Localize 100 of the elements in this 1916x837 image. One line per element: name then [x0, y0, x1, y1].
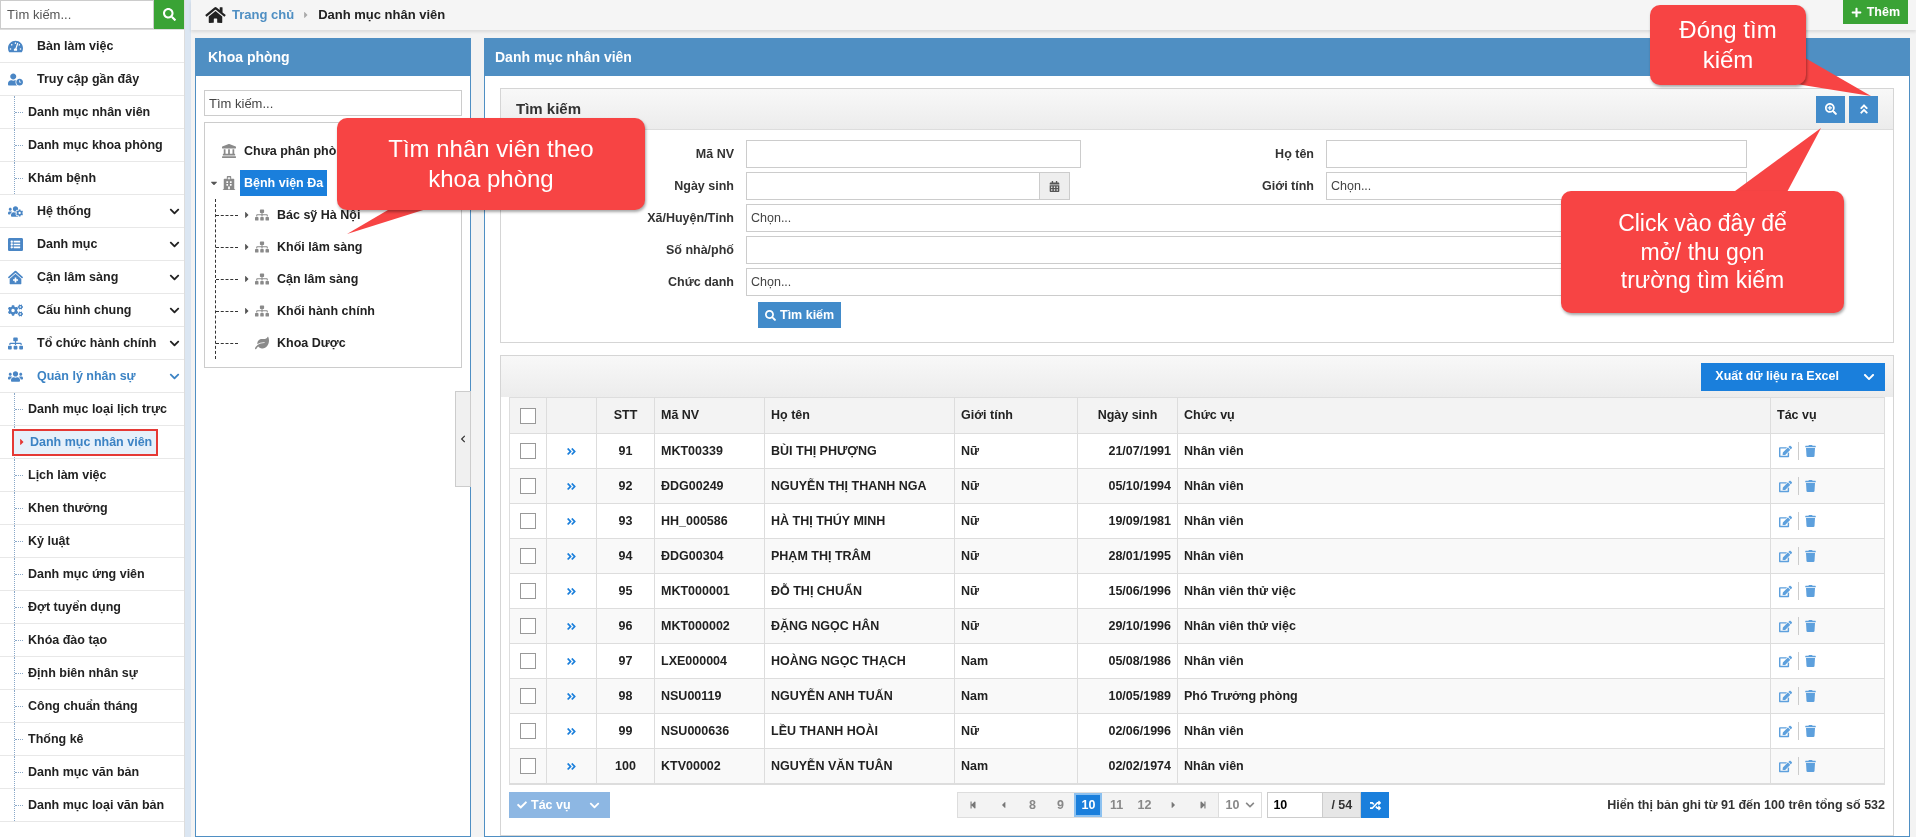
- checkbox[interactable]: [520, 478, 536, 494]
- double-chevron-right-icon[interactable]: [566, 445, 577, 457]
- section-title: Tìm kiếm: [516, 98, 582, 119]
- tree-item[interactable]: Cận lâm sàng: [273, 265, 363, 293]
- collapse-handle[interactable]: [455, 391, 471, 487]
- trash-icon[interactable]: [1805, 585, 1816, 597]
- go-button[interactable]: [1361, 792, 1390, 818]
- checkbox[interactable]: [520, 407, 536, 424]
- search-field[interactable]: Tìm kiếm...: [204, 90, 462, 116]
- search-button[interactable]: [154, 0, 184, 29]
- edit-icon[interactable]: [1779, 759, 1792, 773]
- double-chevron-right-icon[interactable]: [566, 760, 577, 772]
- search-field[interactable]: Tìm kiếm...: [0, 0, 154, 29]
- menu-item[interactable]: Đợt tuyển dụng: [12, 593, 127, 621]
- double-chevron-right-icon[interactable]: [566, 725, 577, 737]
- menu-item[interactable]: Công chuẩn tháng: [12, 692, 144, 720]
- checkbox[interactable]: [520, 653, 536, 669]
- edit-icon[interactable]: [1779, 514, 1792, 528]
- zoom-button[interactable]: [1816, 95, 1845, 123]
- trash-icon[interactable]: [1805, 445, 1816, 457]
- edit-icon[interactable]: [1779, 549, 1792, 563]
- table-cell: Nhân viên: [1178, 714, 1771, 748]
- menu-item[interactable]: Danh mục loại văn bản: [12, 791, 171, 819]
- edit-icon[interactable]: [1779, 584, 1792, 598]
- double-chevron-right-icon[interactable]: [566, 655, 577, 667]
- input-field[interactable]: [1326, 140, 1747, 168]
- page-total: / 54: [1323, 792, 1362, 818]
- edit-icon[interactable]: [1779, 654, 1792, 668]
- last-page-icon: [1199, 801, 1208, 809]
- trash-icon[interactable]: [1805, 550, 1816, 562]
- checkbox[interactable]: [520, 548, 536, 564]
- table-cell: Nhân viên: [1178, 504, 1771, 538]
- collapse-button[interactable]: [1849, 95, 1878, 123]
- tree-item[interactable]: Khối lâm sàng: [273, 233, 367, 261]
- edit-icon[interactable]: [1779, 619, 1792, 633]
- menu-item[interactable]: Quản lý nhân sự: [0, 360, 184, 393]
- checkbox[interactable]: [520, 583, 536, 599]
- tree-item[interactable]: Bệnh viện Đa: [240, 169, 328, 197]
- double-chevron-right-icon[interactable]: [566, 585, 577, 597]
- menu-item[interactable]: Danh mục ứng viên: [12, 560, 151, 588]
- menu-item[interactable]: Lịch làm việc: [12, 461, 113, 489]
- building-icon: [222, 144, 236, 158]
- trash-icon[interactable]: [1805, 690, 1816, 702]
- menu-item[interactable]: Định biên nhân sự: [12, 659, 144, 687]
- page-size-select[interactable]: 10: [1218, 793, 1262, 817]
- menu-item[interactable]: Danh mục nhân viên: [12, 98, 157, 126]
- double-chevron-right-icon[interactable]: [566, 515, 577, 527]
- menu-item[interactable]: Khóa đào tạo: [12, 626, 114, 654]
- menu-item[interactable]: Cấu hình chung: [0, 294, 184, 327]
- table-cell: 02/06/1996: [1078, 714, 1178, 748]
- trash-icon[interactable]: [1805, 515, 1816, 527]
- list-icon: [8, 236, 23, 252]
- menu-item[interactable]: Danh mục loại lịch trực: [12, 395, 173, 423]
- page-button[interactable]: 10: [1074, 793, 1103, 817]
- checkbox[interactable]: [520, 758, 536, 774]
- sitemap-icon: [255, 304, 269, 318]
- menu-item[interactable]: Khen thưởng: [12, 494, 114, 522]
- tree-item[interactable]: Khối hành chính: [273, 297, 379, 325]
- table-cell: Nữ: [955, 714, 1078, 748]
- menu-item[interactable]: Tổ chức hành chính: [0, 327, 184, 360]
- double-chevron-right-icon[interactable]: [566, 690, 577, 702]
- next-page-icon: [1169, 800, 1178, 810]
- caret-icon: [18, 437, 26, 447]
- menu-item[interactable]: Cận lâm sàng: [0, 261, 184, 294]
- edit-icon[interactable]: [1779, 479, 1792, 493]
- checkbox[interactable]: [520, 688, 536, 704]
- menu-item[interactable]: Danh mục khoa phòng: [12, 131, 169, 159]
- trash-icon[interactable]: [1805, 725, 1816, 737]
- checkbox[interactable]: [520, 513, 536, 529]
- menu-item[interactable]: Kỷ luật: [12, 527, 76, 555]
- page-input[interactable]: 10: [1267, 792, 1324, 818]
- edit-icon[interactable]: [1779, 689, 1792, 703]
- menu-item[interactable]: Bàn làm việc: [0, 30, 184, 63]
- checkbox[interactable]: [520, 723, 536, 739]
- checkbox[interactable]: [520, 618, 536, 634]
- date-field[interactable]: [746, 172, 1070, 200]
- double-chevron-right-icon[interactable]: [566, 550, 577, 562]
- trash-icon[interactable]: [1805, 620, 1816, 632]
- menu-item[interactable]: Truy cập gần đây: [0, 63, 184, 96]
- menu-item[interactable]: Hệ thống: [0, 195, 184, 228]
- column-header: Mã NV: [655, 398, 765, 433]
- menu-item[interactable]: Danh mục văn bản: [12, 758, 146, 786]
- trash-icon[interactable]: [1805, 760, 1816, 772]
- edit-icon[interactable]: [1779, 444, 1792, 458]
- trash-icon[interactable]: [1805, 480, 1816, 492]
- table-cell: HH_000586: [655, 504, 765, 538]
- menu-item[interactable]: Khám bệnh: [12, 164, 103, 192]
- edit-icon[interactable]: [1779, 724, 1792, 738]
- double-chevron-right-icon[interactable]: [566, 620, 577, 632]
- double-chevron-right-icon[interactable]: [566, 480, 577, 492]
- trash-icon[interactable]: [1805, 655, 1816, 667]
- menu-item[interactable]: Danh mục: [0, 228, 184, 261]
- menu-item[interactable]: Thống kê: [12, 725, 90, 753]
- input-field[interactable]: [746, 140, 1081, 168]
- sitemap-icon: [255, 208, 269, 222]
- export-button[interactable]: Xuất dữ liệu ra Excel: [1701, 362, 1885, 391]
- search-button[interactable]: Tìm kiếm: [758, 302, 842, 328]
- tree-item[interactable]: Khoa Dược: [273, 329, 350, 357]
- checkbox[interactable]: [520, 443, 536, 459]
- table-cell: 28/01/1995: [1078, 539, 1178, 573]
